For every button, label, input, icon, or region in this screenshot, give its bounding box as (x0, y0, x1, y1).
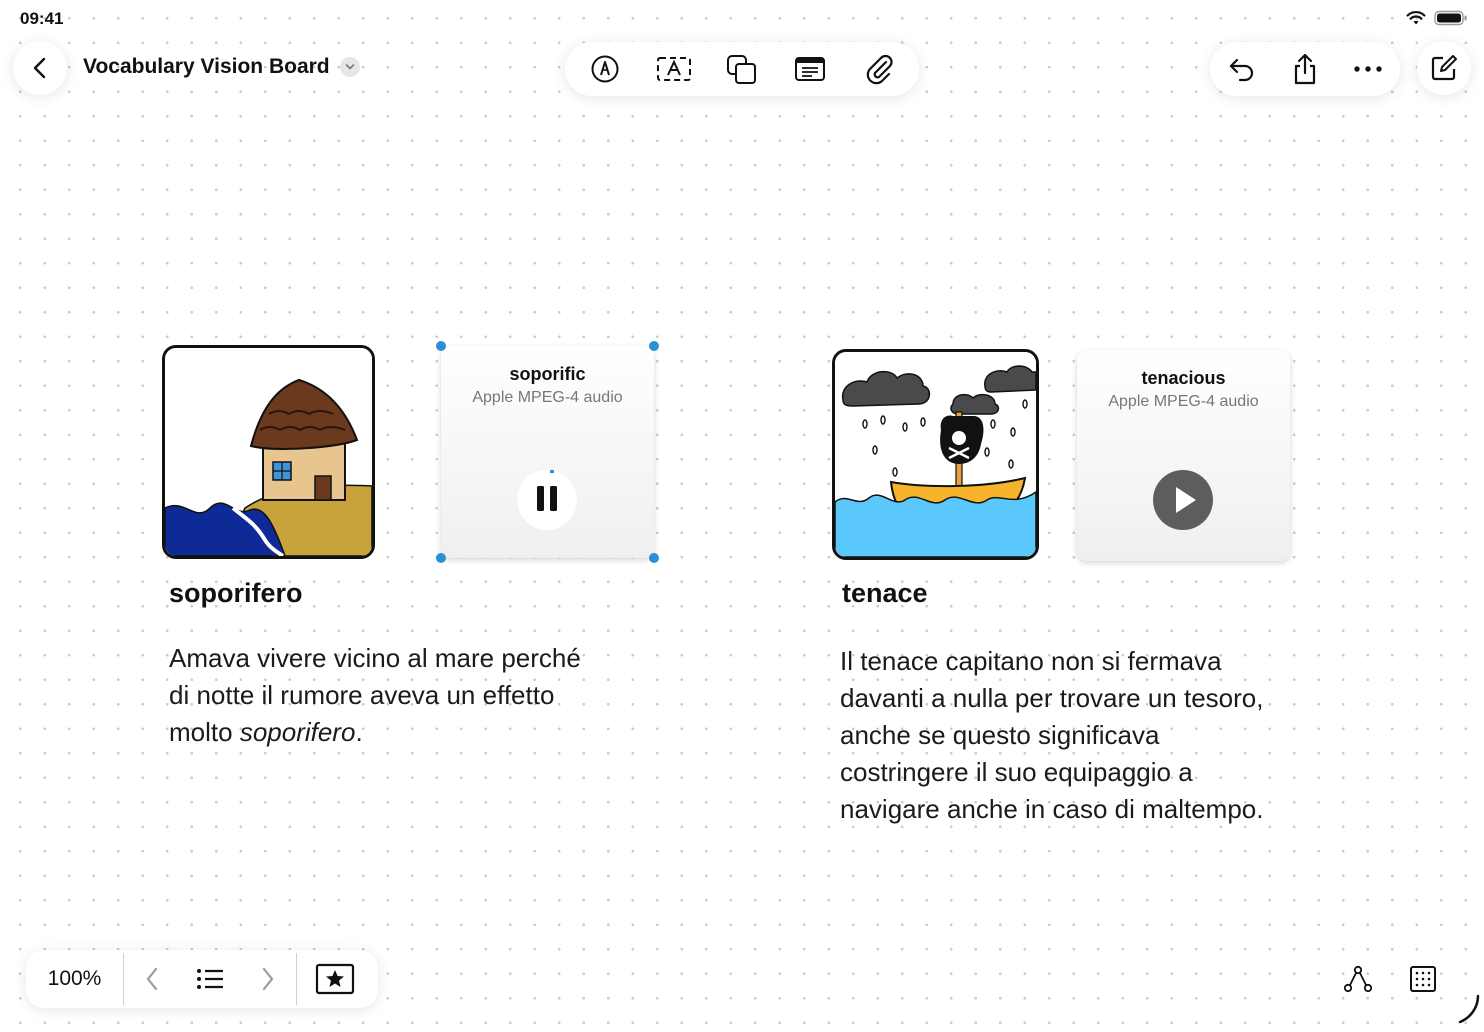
sentence-line: Amava vivere vicino al mare perché (169, 643, 581, 673)
status-indicators (1406, 10, 1468, 26)
shapes-icon (726, 55, 756, 84)
pirate-ship-drawing[interactable] (832, 349, 1039, 560)
attachment-button[interactable] (857, 47, 901, 91)
audio-title: tenacious (1141, 368, 1226, 388)
sentence-text: . (355, 717, 363, 747)
shapes-button[interactable] (720, 47, 764, 91)
grid-icon (1410, 966, 1436, 992)
connector-button[interactable] (1336, 957, 1380, 1001)
more-icon (1354, 66, 1383, 72)
pause-button[interactable] (517, 467, 577, 530)
selection-handle[interactable] (436, 341, 446, 351)
back-button[interactable] (13, 41, 67, 95)
insert-toolbar (565, 42, 919, 96)
add-scene-button[interactable] (313, 957, 357, 1001)
grid-toggle-button[interactable] (1401, 957, 1445, 1001)
actions-toolbar (1210, 42, 1400, 96)
chevron-left-icon (33, 57, 46, 79)
example-sentence-right[interactable]: Il tenace capitano non si fermava davant… (840, 643, 1320, 828)
favorite-star-icon (315, 963, 355, 995)
pause-icon (537, 467, 557, 511)
audio-type: Apple MPEG-4 audio (1108, 393, 1259, 410)
sentence-emphasis: soporifero (239, 717, 356, 747)
text-box-icon (656, 57, 691, 81)
page-title: Vocabulary Vision Board (83, 55, 330, 78)
divider (296, 953, 297, 1005)
divider (123, 953, 124, 1005)
note-button[interactable] (788, 47, 832, 91)
sentence-line: di notte il rumore aveva un effetto (169, 680, 555, 710)
pen-icon (591, 55, 619, 83)
sentence-text: molto (169, 717, 240, 747)
bottom-navigation-bar: 100% (26, 950, 378, 1008)
sentence-line: costringere il suo equipaggio a (840, 757, 1193, 787)
note-icon (795, 57, 826, 81)
sentence-line: molto soporifero. (169, 714, 689, 751)
audio-title: soporific (509, 364, 586, 384)
house-by-sea-drawing[interactable] (162, 345, 375, 559)
chevron-left-icon (146, 967, 158, 991)
play-button[interactable] (1153, 470, 1213, 530)
sentence-line: navigare anche in caso di maltempo. (840, 794, 1264, 824)
previous-scene-button[interactable] (130, 957, 174, 1001)
list-icon (197, 969, 223, 989)
sentence-line: Il tenace capitano non si fermava (840, 646, 1222, 676)
audio-card-soporific[interactable]: soporific Apple MPEG-4 audio (441, 346, 654, 558)
compose-button[interactable] (1417, 41, 1471, 95)
sentence-line: davanti a nulla per trovare un tesoro, (840, 683, 1264, 713)
selection-handle[interactable] (649, 553, 659, 563)
scenes-list-button[interactable] (188, 957, 232, 1001)
vocab-word-right[interactable]: tenace (842, 578, 928, 609)
play-icon (1153, 470, 1213, 530)
selection-handle[interactable] (436, 553, 446, 563)
audio-card-tenacious[interactable]: tenacious Apple MPEG-4 audio (1077, 350, 1290, 561)
zoom-level[interactable]: 100% (26, 967, 123, 991)
battery-icon (1434, 10, 1467, 26)
vocab-word-left[interactable]: soporifero (169, 578, 303, 609)
status-time: 09:41 (20, 9, 64, 28)
audio-type: Apple MPEG-4 audio (472, 389, 623, 406)
more-button[interactable] (1346, 47, 1390, 91)
chevron-right-icon (262, 967, 274, 991)
pen-button[interactable] (583, 47, 627, 91)
undo-button[interactable] (1220, 47, 1264, 91)
connection-icon (1343, 965, 1373, 993)
board-title-menu[interactable]: Vocabulary Vision Board (83, 55, 360, 79)
text-box-button[interactable] (652, 47, 696, 91)
share-icon (1294, 53, 1316, 85)
wifi-icon (1406, 11, 1426, 25)
attachment-icon (866, 54, 893, 85)
pirate-ship-illustration (835, 352, 1036, 557)
compose-icon (1431, 55, 1457, 81)
next-scene-button[interactable] (246, 957, 290, 1001)
undo-icon (1229, 58, 1253, 82)
chevron-down-icon (339, 57, 360, 77)
selection-handle[interactable] (649, 341, 659, 351)
house-illustration (165, 348, 372, 556)
resize-corner-icon[interactable] (1458, 994, 1482, 1024)
share-button[interactable] (1283, 47, 1327, 91)
sentence-line: anche se questo significava (840, 720, 1160, 750)
example-sentence-left[interactable]: Amava vivere vicino al mare perché di no… (169, 640, 689, 751)
